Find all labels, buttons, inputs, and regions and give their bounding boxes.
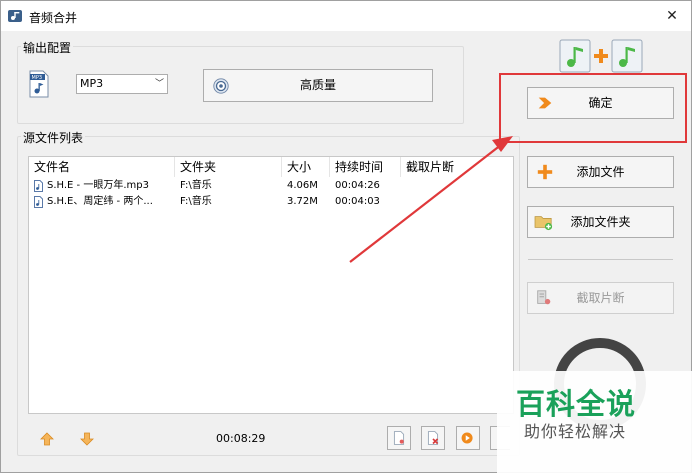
audio-merge-window: 音频合并 ✕ 输出配置 MP3 MP3 ﹀ 高质量 确定 源文件列表 文件名 文… <box>0 0 692 473</box>
watermark-subtitle: 助你轻松解决 <box>524 422 627 441</box>
watermark-title: 百科全说 <box>516 387 637 421</box>
